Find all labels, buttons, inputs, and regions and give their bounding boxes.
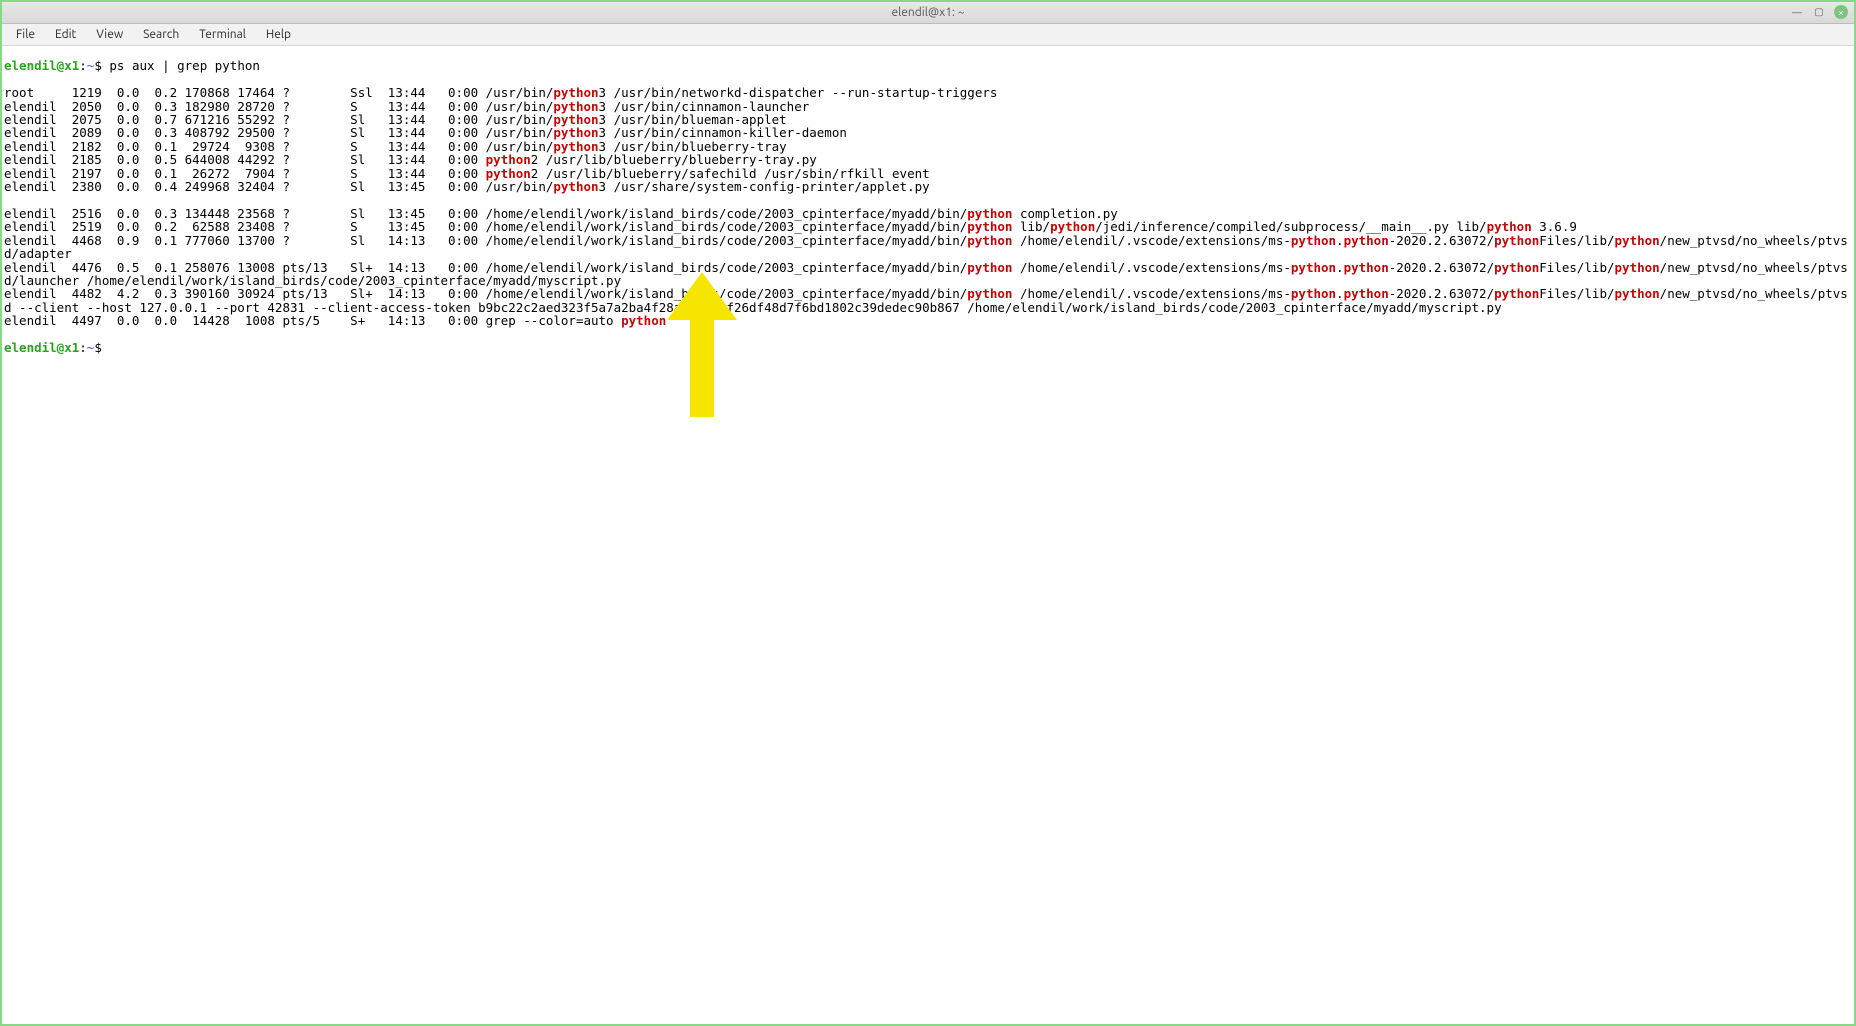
ps-row: elendil 4482 4.2 0.3 390160 30924 pts/13… — [4, 287, 1852, 314]
minimize-button[interactable]: — — [1790, 5, 1804, 19]
menu-view[interactable]: View — [86, 26, 133, 43]
ps-row: elendil 2182 0.0 0.1 29724 9308 ? S 13:4… — [4, 140, 1852, 153]
menu-file[interactable]: File — [6, 26, 45, 43]
menu-search[interactable]: Search — [133, 26, 189, 43]
terminal-body[interactable]: elendil@x1:~$ ps aux | grep python root … — [2, 46, 1854, 368]
menu-bar: File Edit View Search Terminal Help — [2, 24, 1854, 46]
ps-row: elendil 2380 0.0 0.4 249968 32404 ? Sl 1… — [4, 180, 1852, 193]
command-text: ps aux | grep python — [109, 58, 260, 73]
prompt-line: elendil@x1:~$ ps aux | grep python — [4, 59, 1852, 72]
menu-help[interactable]: Help — [256, 26, 301, 43]
menu-edit[interactable]: Edit — [45, 26, 86, 43]
window-title: elendil@x1: ~ — [892, 6, 965, 19]
ps-row: root 1219 0.0 0.2 170868 17464 ? Ssl 13:… — [4, 86, 1852, 99]
close-button[interactable]: × — [1834, 5, 1848, 19]
ps-row: elendil 2075 0.0 0.7 671216 55292 ? Sl 1… — [4, 113, 1852, 126]
menu-terminal[interactable]: Terminal — [189, 26, 256, 43]
prompt-userhost: elendil@x1 — [4, 58, 79, 73]
ps-row: elendil 2519 0.0 0.2 62588 23408 ? S 13:… — [4, 220, 1852, 233]
ps-row: elendil 2089 0.0 0.3 408792 29500 ? Sl 1… — [4, 126, 1852, 139]
maximize-button[interactable]: ▢ — [1812, 5, 1826, 19]
window-titlebar: elendil@x1: ~ — ▢ × — [2, 2, 1854, 24]
ps-row: elendil 4468 0.9 0.1 777060 13700 ? Sl 1… — [4, 234, 1852, 261]
ps-row: elendil 2185 0.0 0.5 644008 44292 ? Sl 1… — [4, 153, 1852, 166]
ps-row: elendil 2197 0.0 0.1 26272 7904 ? S 13:4… — [4, 167, 1852, 180]
ps-row: elendil 2050 0.0 0.3 182980 28720 ? S 13… — [4, 100, 1852, 113]
ps-row: elendil 2516 0.0 0.3 134448 23568 ? Sl 1… — [4, 207, 1852, 220]
window-buttons: — ▢ × — [1790, 5, 1848, 19]
ps-row: elendil 4476 0.5 0.1 258076 13008 pts/13… — [4, 261, 1852, 288]
ps-row: elendil 4497 0.0 0.0 14428 1008 pts/5 S+… — [4, 314, 1852, 327]
prompt-empty: elendil@x1:~$ — [4, 341, 1852, 354]
